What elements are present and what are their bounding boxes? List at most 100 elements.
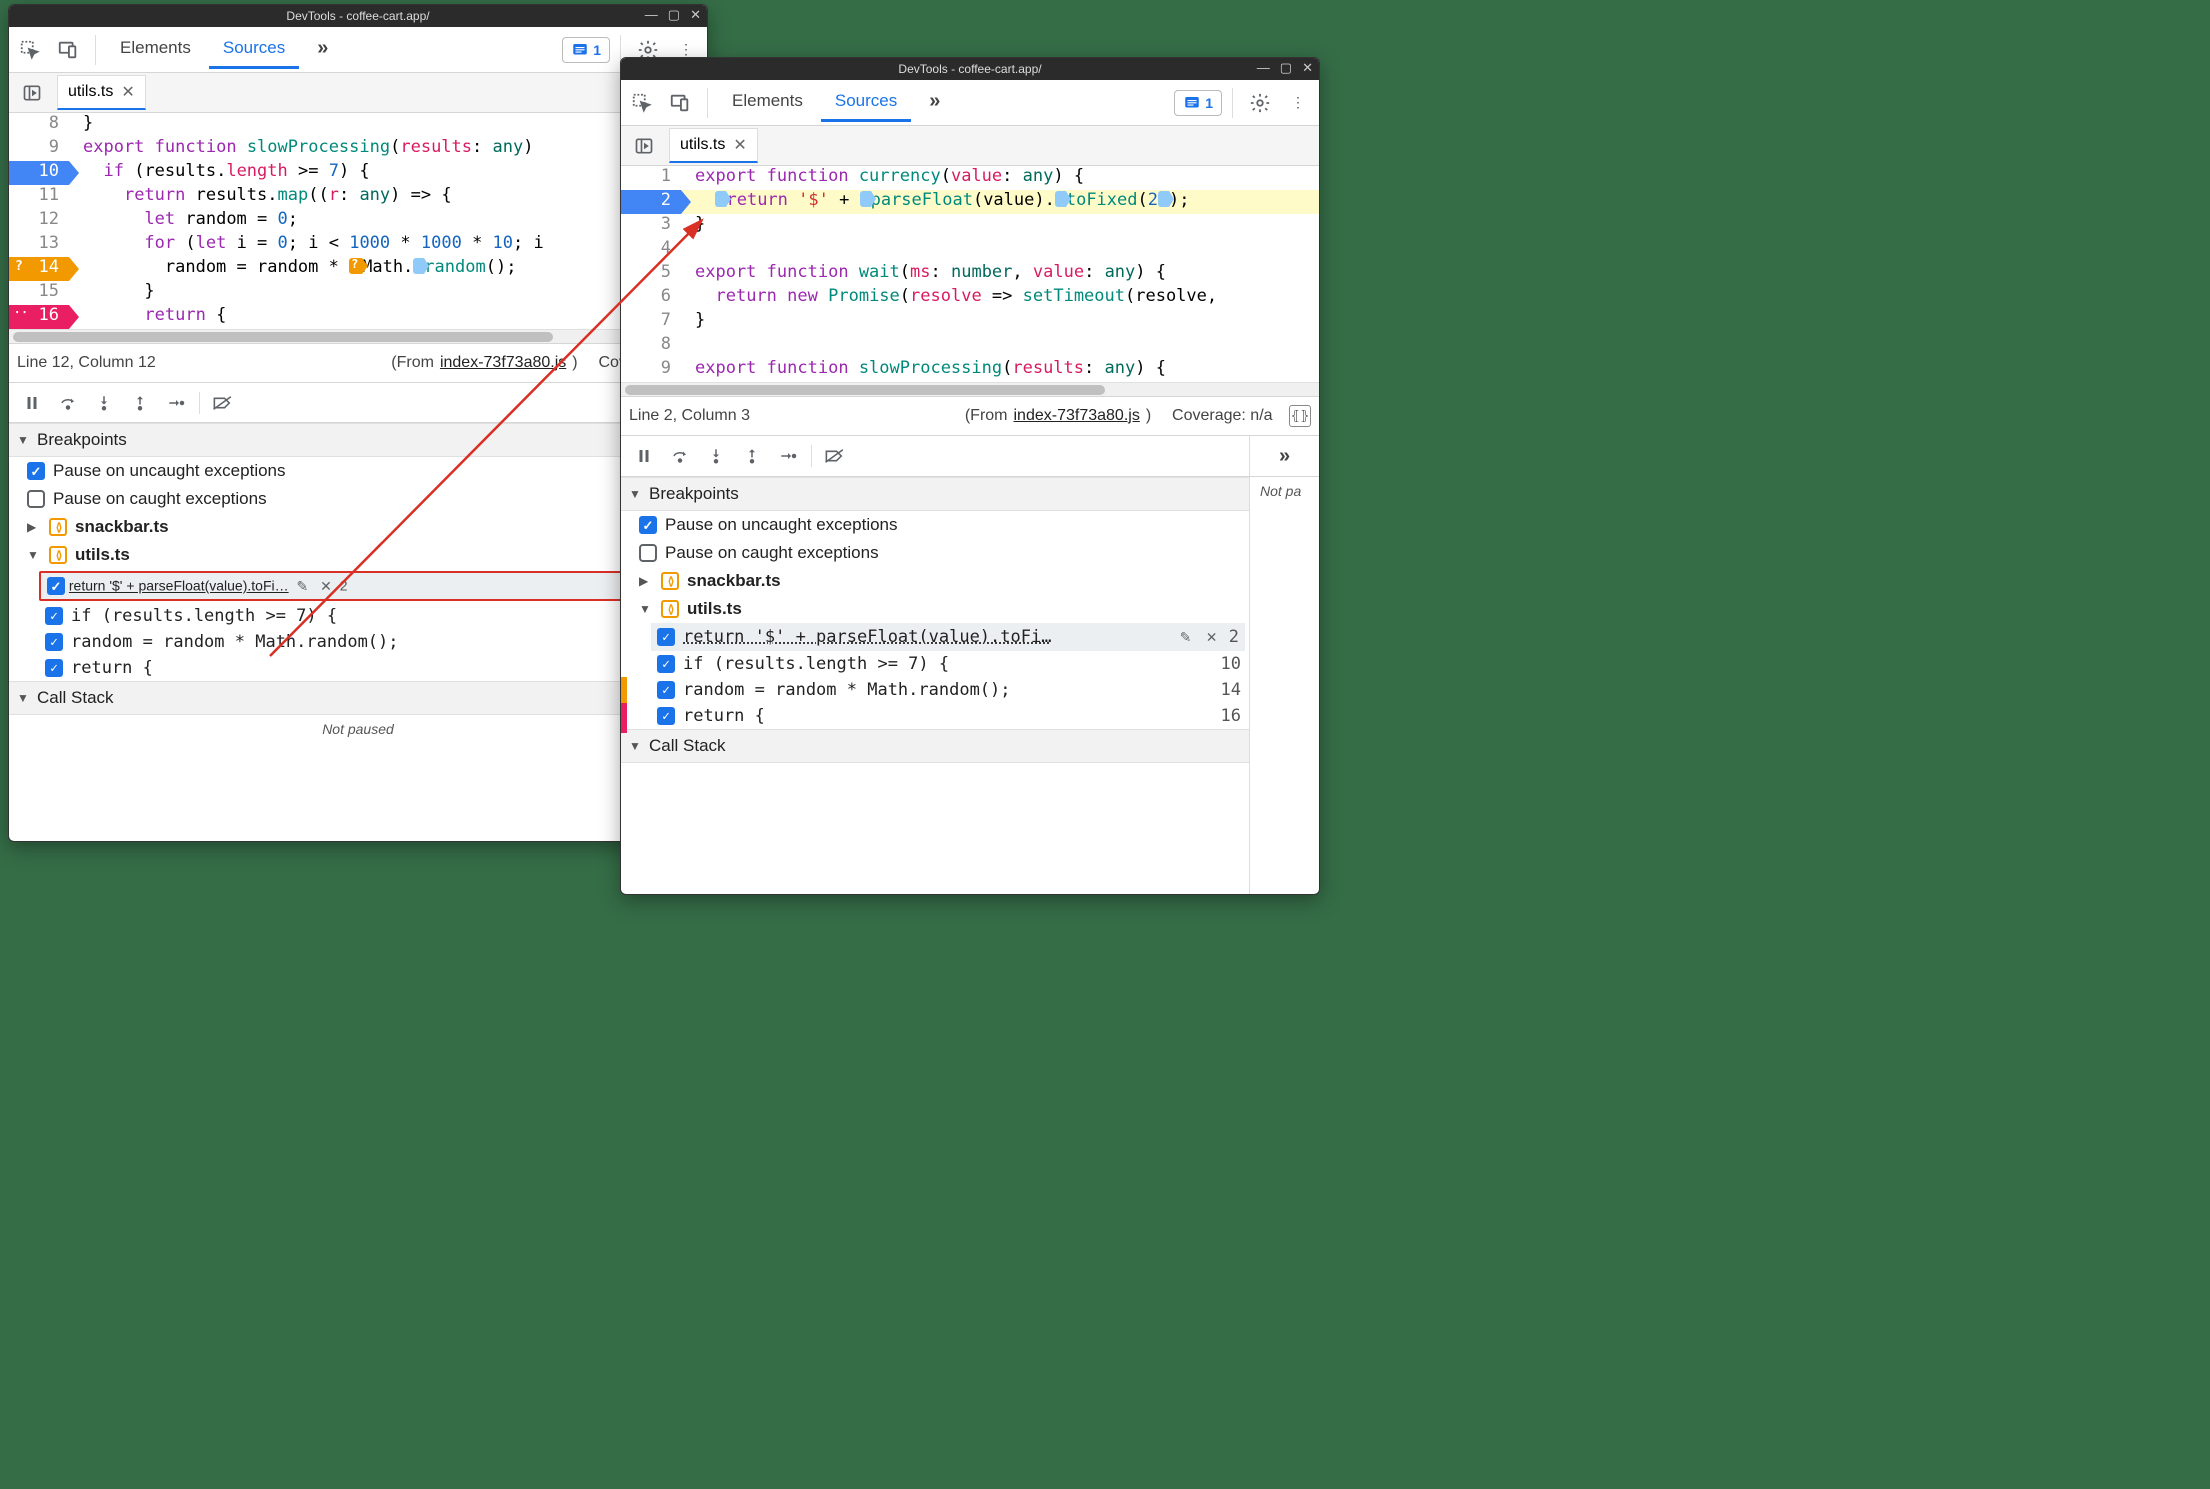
code-line[interactable]: export function slowProcessing(results: … xyxy=(69,137,707,161)
line-gutter[interactable]: 15 xyxy=(9,281,69,305)
code-line[interactable] xyxy=(681,334,1319,358)
breakpoint-row[interactable]: if (results.length >= 7) {10 xyxy=(621,651,1249,677)
line-gutter[interactable]: 8 xyxy=(621,334,681,358)
code-line[interactable]: } xyxy=(69,113,707,137)
edit-icon[interactable]: ✎ xyxy=(1176,627,1194,647)
callstack-pane-header[interactable]: ▼Call Stack xyxy=(621,729,1249,763)
delete-icon[interactable]: ✕ xyxy=(316,578,336,594)
code-line[interactable]: return results.map((r: any) => { xyxy=(69,185,707,209)
line-gutter[interactable]: 12 xyxy=(9,209,69,233)
source-map-link[interactable]: index-73f73a80.js xyxy=(440,354,566,372)
pause-caught-row[interactable]: Pause on caught exceptions xyxy=(9,485,707,513)
checkbox-icon[interactable] xyxy=(639,516,657,534)
close-window-icon[interactable]: ✕ xyxy=(690,7,701,23)
device-toggle-icon[interactable] xyxy=(51,33,85,67)
tab-more[interactable]: » xyxy=(915,82,954,124)
checkbox-icon[interactable] xyxy=(657,707,675,725)
inspect-icon[interactable] xyxy=(13,33,47,67)
close-icon[interactable]: ✕ xyxy=(121,82,134,102)
minimize-icon[interactable]: — xyxy=(645,7,658,23)
breakpoint-row[interactable]: random = random * Math.random();14 xyxy=(621,677,1249,703)
tab-more[interactable]: » xyxy=(303,29,342,71)
step-icon[interactable] xyxy=(159,388,193,418)
code-line[interactable]: let random = 0; xyxy=(69,209,707,233)
file-group-utils[interactable]: ▼utils.ts xyxy=(9,541,707,569)
step-over-icon[interactable] xyxy=(663,441,697,471)
line-gutter[interactable]: 7 xyxy=(621,310,681,334)
deactivate-breakpoints-icon[interactable] xyxy=(206,388,240,418)
file-tab-utils[interactable]: utils.ts ✕ xyxy=(57,75,146,110)
line-gutter[interactable]: 8 xyxy=(9,113,69,137)
minimize-icon[interactable]: — xyxy=(1257,60,1270,76)
line-gutter[interactable]: 2 xyxy=(621,190,681,214)
checkbox-icon[interactable] xyxy=(657,681,675,699)
code-line[interactable]: export function currency(value: any) { xyxy=(681,166,1319,190)
pretty-print-icon[interactable]: ⦃⦄ xyxy=(1289,405,1311,427)
code-line[interactable]: random = random * Math.random(); xyxy=(69,257,707,281)
step-over-icon[interactable] xyxy=(51,388,85,418)
maximize-icon[interactable]: ▢ xyxy=(1280,60,1292,76)
source-map-link[interactable]: index-73f73a80.js xyxy=(1014,407,1140,425)
pause-uncaught-row[interactable]: Pause on uncaught exceptions xyxy=(9,457,707,485)
breakpoint-row-selected[interactable]: return '$' + parseFloat(value).toFi… ✎ ✕… xyxy=(39,571,695,601)
code-line[interactable]: for (let i = 0; i < 1000 * 1000 * 10; i xyxy=(69,233,707,257)
line-gutter[interactable]: 9 xyxy=(621,358,681,382)
code-line[interactable]: return new Promise(resolve => setTimeout… xyxy=(681,286,1319,310)
line-gutter[interactable]: 3 xyxy=(621,214,681,238)
file-group-snackbar[interactable]: ▶snackbar.ts xyxy=(621,567,1249,595)
edit-icon[interactable]: ✎ xyxy=(293,578,313,594)
step-into-icon[interactable] xyxy=(699,441,733,471)
tab-sources[interactable]: Sources xyxy=(209,30,299,69)
checkbox-icon[interactable] xyxy=(27,462,45,480)
maximize-icon[interactable]: ▢ xyxy=(668,7,680,23)
more-panels-icon[interactable]: » xyxy=(1249,436,1319,476)
pause-icon[interactable] xyxy=(627,441,661,471)
line-gutter[interactable]: 5 xyxy=(621,262,681,286)
checkbox-icon[interactable] xyxy=(657,655,675,673)
issues-badge[interactable]: 1 xyxy=(562,37,610,63)
issues-badge[interactable]: 1 xyxy=(1174,90,1222,116)
code-line[interactable]: } xyxy=(681,310,1319,334)
pause-uncaught-row[interactable]: Pause on uncaught exceptions xyxy=(621,511,1249,539)
line-gutter[interactable]: 16 xyxy=(9,305,69,329)
file-group-utils[interactable]: ▼utils.ts xyxy=(621,595,1249,623)
delete-icon[interactable]: ✕ xyxy=(1203,627,1221,647)
step-icon[interactable] xyxy=(771,441,805,471)
checkbox-icon[interactable] xyxy=(45,633,63,651)
pause-caught-row[interactable]: Pause on caught exceptions xyxy=(621,539,1249,567)
step-out-icon[interactable] xyxy=(735,441,769,471)
tab-sources[interactable]: Sources xyxy=(821,83,911,122)
checkbox-icon[interactable] xyxy=(639,544,657,562)
gear-icon[interactable] xyxy=(1243,86,1277,120)
breakpoints-pane-header[interactable]: ▼Breakpoints xyxy=(9,423,707,457)
code-line[interactable]: if (results.length >= 7) { xyxy=(69,161,707,185)
toggle-navigator-icon[interactable] xyxy=(627,129,661,163)
checkbox-icon[interactable] xyxy=(45,659,63,677)
tab-elements[interactable]: Elements xyxy=(106,30,205,69)
line-gutter[interactable]: 11 xyxy=(9,185,69,209)
line-gutter[interactable]: 1 xyxy=(621,166,681,190)
line-gutter[interactable]: 6 xyxy=(621,286,681,310)
horizontal-scrollbar[interactable] xyxy=(621,382,1319,396)
inspect-icon[interactable] xyxy=(625,86,659,120)
tab-elements[interactable]: Elements xyxy=(718,83,817,122)
code-line[interactable] xyxy=(681,238,1319,262)
step-into-icon[interactable] xyxy=(87,388,121,418)
deactivate-breakpoints-icon[interactable] xyxy=(818,441,852,471)
code-editor[interactable]: 1export function currency(value: any) {2… xyxy=(621,166,1319,382)
code-line[interactable]: } xyxy=(681,214,1319,238)
line-gutter[interactable]: 4 xyxy=(621,238,681,262)
line-gutter[interactable]: 13 xyxy=(9,233,69,257)
breakpoint-row[interactable]: return {16 xyxy=(9,655,707,681)
line-gutter[interactable]: 14 xyxy=(9,257,69,281)
code-line[interactable]: return { xyxy=(69,305,707,329)
breakpoint-row-selected[interactable]: return '$' + parseFloat(value).toFi… ✎ ✕… xyxy=(651,623,1245,651)
checkbox-icon[interactable] xyxy=(657,628,675,646)
close-window-icon[interactable]: ✕ xyxy=(1302,60,1313,76)
code-line[interactable]: return '$' + parseFloat(value).toFixed(2… xyxy=(681,190,1319,214)
callstack-pane-header[interactable]: ▼Call Stack xyxy=(9,681,707,715)
checkbox-icon[interactable] xyxy=(47,577,65,595)
close-icon[interactable]: ✕ xyxy=(733,135,746,155)
step-out-icon[interactable] xyxy=(123,388,157,418)
code-line[interactable]: export function slowProcessing(results: … xyxy=(681,358,1319,382)
